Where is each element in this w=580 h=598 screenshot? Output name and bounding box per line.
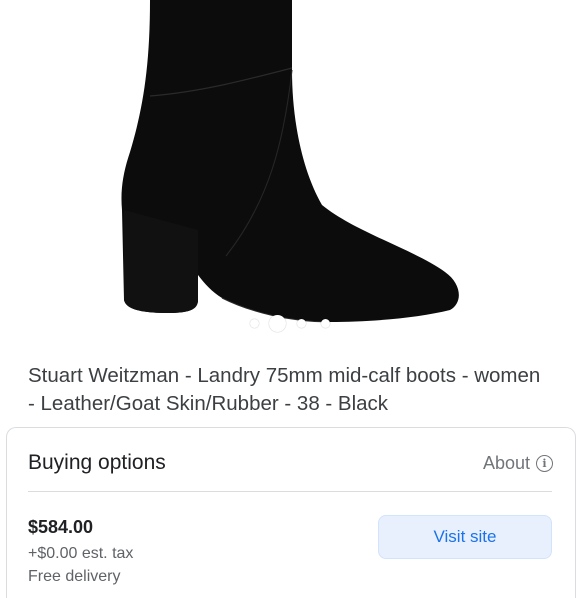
about-link[interactable]: About i: [483, 453, 553, 474]
visit-site-button[interactable]: Visit site: [378, 515, 552, 559]
carousel-dot[interactable]: [250, 319, 259, 328]
carousel-dot-active[interactable]: [269, 315, 286, 332]
offer-tax: +$0.00 est. tax: [28, 545, 134, 562]
info-icon: i: [536, 455, 553, 472]
about-label: About: [482, 453, 530, 473]
boot-image: [121, 0, 459, 323]
carousel-indicator[interactable]: [0, 314, 580, 332]
product-title: Stuart Weitzman - Landry 75mm mid-calf b…: [28, 364, 541, 415]
offer-delivery: Free delivery: [28, 568, 121, 585]
product-image[interactable]: [0, 0, 580, 345]
offer-price: $584.00: [28, 517, 94, 537]
divider: [28, 491, 552, 492]
buying-options-heading: Buying options: [28, 451, 166, 474]
carousel-dot[interactable]: [321, 319, 330, 328]
carousel-dot[interactable]: [297, 319, 306, 328]
